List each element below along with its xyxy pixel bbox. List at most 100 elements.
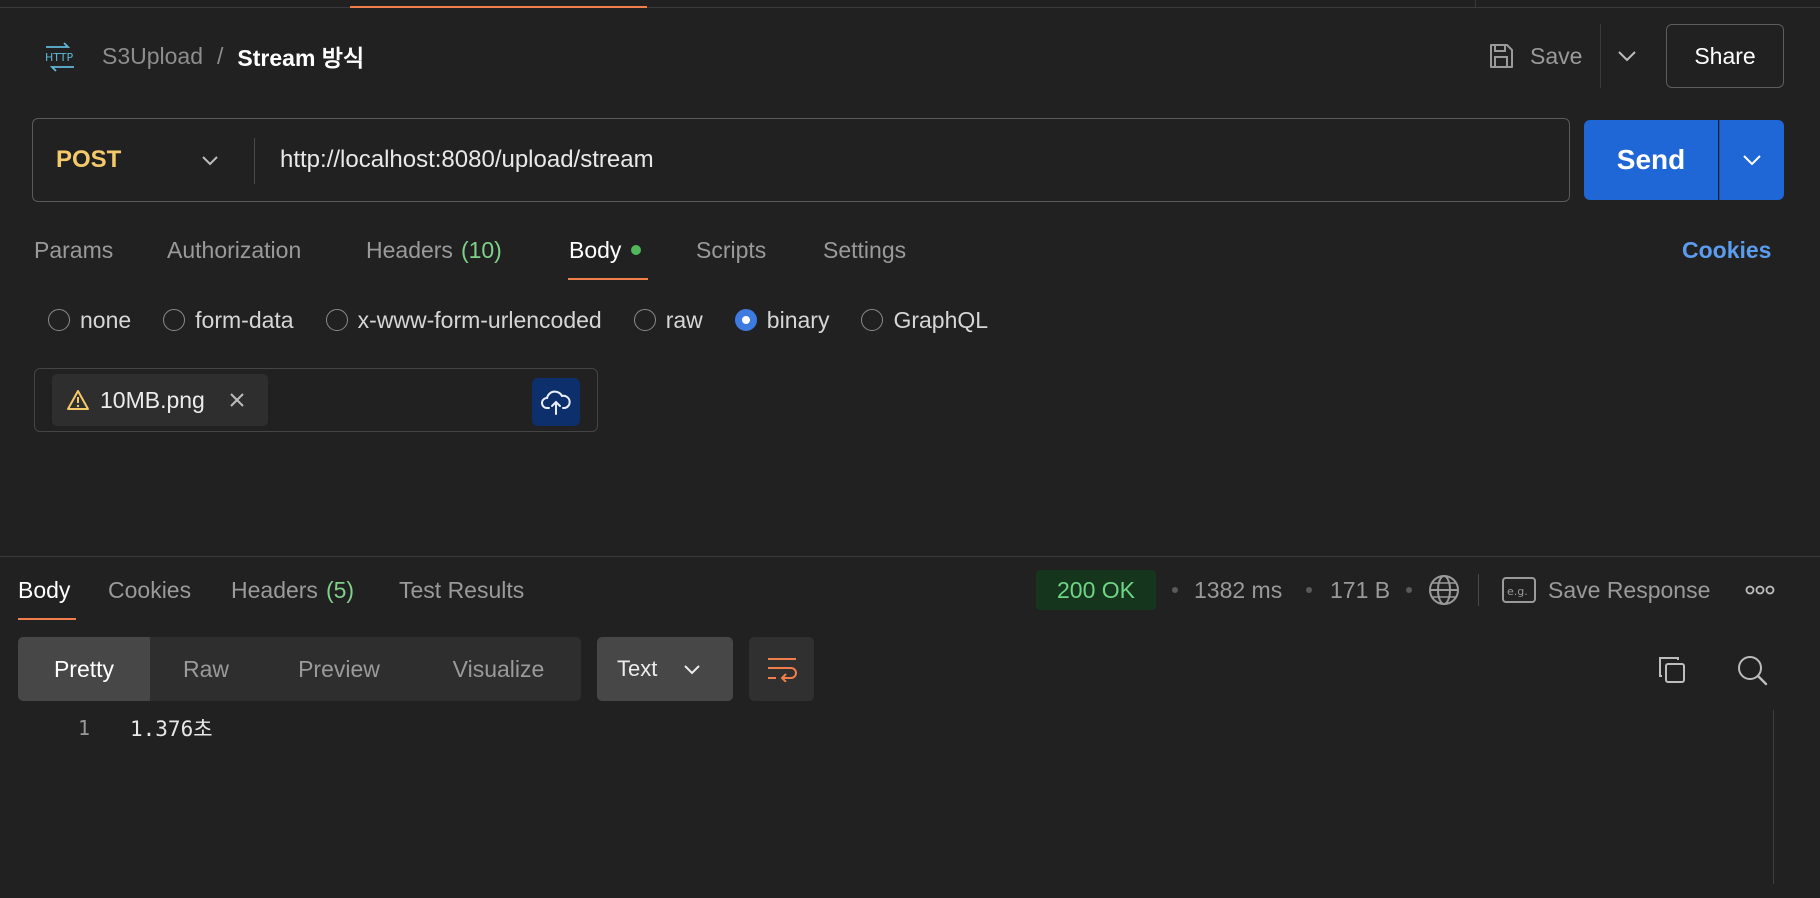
tab-authorization-label: Authorization xyxy=(167,236,302,263)
tab-scripts[interactable]: Scripts xyxy=(696,232,766,268)
response-size[interactable]: 171 B xyxy=(1330,572,1390,608)
radio-graphql-label: GraphQL xyxy=(893,306,989,333)
url-input[interactable] xyxy=(280,140,1540,180)
file-name: 10MB.png xyxy=(100,386,205,413)
radio-circle xyxy=(861,309,884,331)
save-options-button[interactable] xyxy=(1612,38,1642,74)
response-tab-body[interactable]: Body xyxy=(18,572,70,608)
tab-authorization[interactable]: Authorization xyxy=(167,232,301,268)
view-visualize[interactable]: Visualize xyxy=(416,637,581,701)
response-tab-cookies-label: Cookies xyxy=(108,576,192,603)
save-icon xyxy=(1486,41,1516,71)
save-button[interactable]: Save xyxy=(1486,36,1582,76)
radio-form-data-label: form-data xyxy=(195,306,294,333)
send-button[interactable]: Send xyxy=(1584,120,1718,200)
chevron-down-icon xyxy=(202,155,218,165)
more-horizontal-icon xyxy=(1745,585,1775,595)
radio-raw[interactable]: raw xyxy=(633,306,703,334)
warning-icon xyxy=(66,389,90,411)
breadcrumb: HTTP S3Upload / Stream 방식 xyxy=(42,38,364,74)
search-button[interactable] xyxy=(1732,650,1772,690)
radio-binary-label: binary xyxy=(766,306,830,333)
active-tab-indicator xyxy=(350,6,647,8)
save-response-button[interactable]: e.g. Save Response xyxy=(1502,572,1710,608)
response-tab-body-label: Body xyxy=(18,576,71,603)
more-options-button[interactable] xyxy=(1740,570,1780,610)
radio-urlencoded-label: x-www-form-urlencoded xyxy=(357,306,602,333)
radio-circle xyxy=(163,309,186,331)
radio-raw-label: raw xyxy=(665,306,703,333)
method-select[interactable]: POST xyxy=(56,140,121,180)
radio-graphql[interactable]: GraphQL xyxy=(861,307,988,334)
upload-file-button[interactable] xyxy=(532,378,580,426)
request-name[interactable]: Stream 방식 xyxy=(237,39,364,73)
tab-settings[interactable]: Settings xyxy=(823,232,906,268)
breadcrumb-collection[interactable]: S3Upload xyxy=(102,43,203,70)
url-divider xyxy=(254,138,255,184)
meta-bullet xyxy=(1172,587,1178,593)
remove-file-button[interactable] xyxy=(229,392,245,408)
response-tab-test-results-label: Test Results xyxy=(399,576,525,603)
response-divider xyxy=(0,556,1820,557)
response-tab-headers[interactable]: Headers (5) xyxy=(231,572,354,608)
editor-scrollbar[interactable] xyxy=(1773,710,1774,884)
chevron-down-icon xyxy=(1618,51,1636,62)
tab-strip-divider xyxy=(1475,0,1476,8)
headers-count: (10) xyxy=(460,236,502,263)
tab-body-label: Body xyxy=(569,236,622,263)
response-tab-headers-label: Headers xyxy=(231,576,318,603)
format-value: Text xyxy=(617,656,658,681)
tab-body[interactable]: Body xyxy=(569,232,642,268)
active-tab-underline xyxy=(568,278,648,280)
response-tab-underline xyxy=(18,618,76,620)
format-select[interactable]: Text xyxy=(597,637,733,701)
svg-text:e.g.: e.g. xyxy=(1507,585,1528,598)
tab-scripts-label: Scripts xyxy=(696,236,767,263)
wrap-lines-button[interactable] xyxy=(749,637,814,701)
search-icon xyxy=(1738,656,1768,686)
cloud-upload-icon xyxy=(541,390,571,415)
tab-params[interactable]: Params xyxy=(34,232,113,268)
wrap-lines-icon xyxy=(767,658,797,682)
response-tab-cookies[interactable]: Cookies xyxy=(108,572,191,608)
copy-icon xyxy=(1659,657,1685,683)
response-tab-test-results[interactable]: Test Results xyxy=(399,572,524,608)
radio-binary[interactable]: binary xyxy=(734,306,830,334)
radio-urlencoded[interactable]: x-www-form-urlencoded xyxy=(325,306,602,334)
tab-headers[interactable]: Headers (10) xyxy=(366,232,502,268)
save-label: Save xyxy=(1530,42,1583,69)
radio-form-data[interactable]: form-data xyxy=(163,306,294,334)
example-icon: e.g. xyxy=(1502,577,1536,603)
breadcrumb-separator: / xyxy=(217,42,224,69)
top-tab-strip xyxy=(0,0,1820,8)
method-dropdown-toggle[interactable] xyxy=(196,144,224,176)
view-pretty[interactable]: Pretty xyxy=(18,637,150,701)
response-headers-count: (5) xyxy=(325,576,355,603)
radio-circle xyxy=(48,309,70,331)
send-options-button[interactable] xyxy=(1719,120,1784,200)
tab-settings-label: Settings xyxy=(823,236,907,263)
globe-icon xyxy=(1429,575,1459,605)
network-info-button[interactable] xyxy=(1424,570,1464,610)
meta-bullet xyxy=(1406,587,1412,593)
view-raw[interactable]: Raw xyxy=(150,637,262,701)
share-button[interactable]: Share xyxy=(1666,24,1784,88)
file-chip[interactable]: 10MB.png xyxy=(52,374,268,426)
close-icon xyxy=(230,393,244,407)
radio-circle xyxy=(633,309,656,331)
meta-bullet xyxy=(1306,587,1312,593)
response-body-line[interactable]: 1.376초 xyxy=(130,712,213,744)
radio-circle-checked xyxy=(734,309,757,331)
radio-none[interactable]: none xyxy=(48,307,131,334)
line-number: 1 xyxy=(77,716,90,740)
response-time[interactable]: 1382 ms xyxy=(1194,572,1282,608)
save-divider xyxy=(1600,24,1601,88)
cookies-link[interactable]: Cookies xyxy=(1682,232,1771,268)
radio-none-label: none xyxy=(80,306,132,333)
copy-button[interactable] xyxy=(1652,650,1692,690)
body-modified-dot xyxy=(631,245,642,255)
http-icon: HTTP xyxy=(42,40,78,72)
view-preview[interactable]: Preview xyxy=(262,637,416,701)
save-response-label: Save Response xyxy=(1548,576,1711,603)
status-badge[interactable]: 200 OK xyxy=(1036,570,1156,610)
